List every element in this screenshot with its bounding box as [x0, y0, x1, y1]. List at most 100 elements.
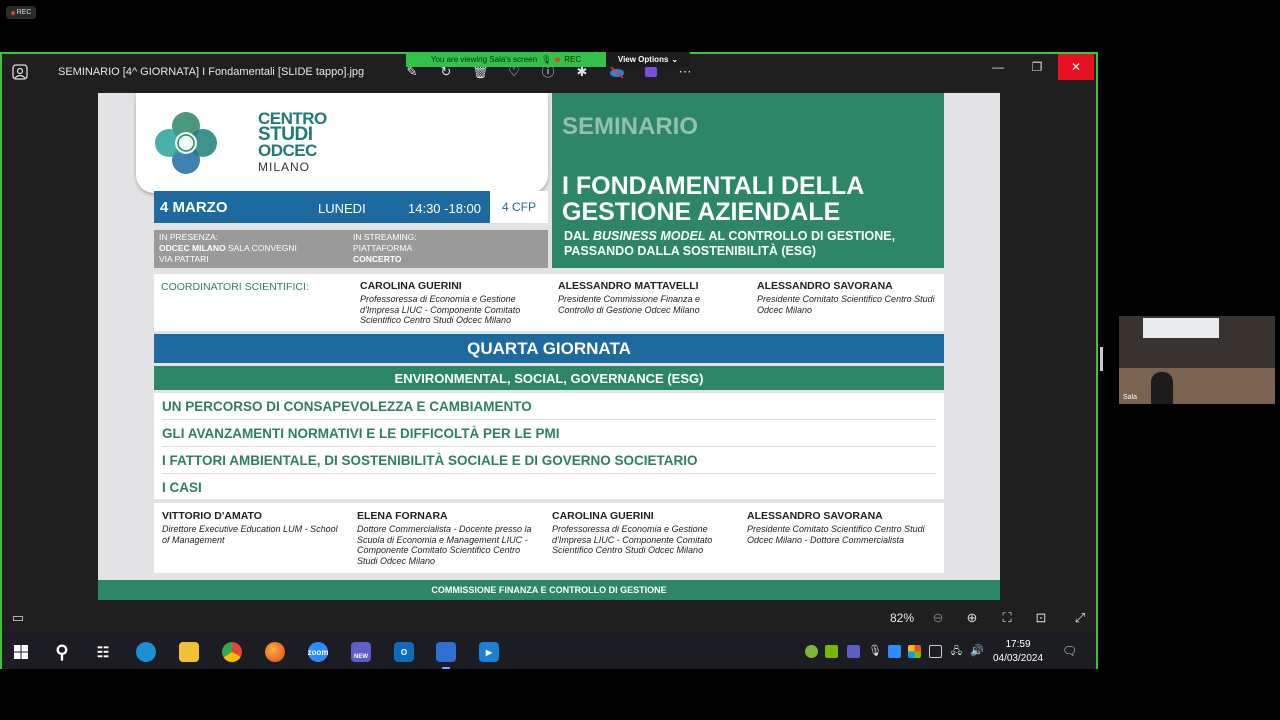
seminar-title-line1: I FONDAMENTALI DELLA: [562, 172, 865, 200]
start-icon[interactable]: [11, 642, 31, 662]
coordinator-name: ALESSANDRO SAVORANA: [757, 280, 893, 292]
topics-list: UN PERCORSO DI CONSAPEVOLEZZA E CAMBIAME…: [154, 393, 944, 499]
logo-line3: ODCEC: [258, 141, 317, 160]
tray-teams-icon[interactable]: [847, 645, 860, 658]
list-item: GLI AVANZAMENTI NORMATIVI E LE DIFFICOLT…: [162, 420, 936, 447]
panel-resize-handle[interactable]: [1100, 347, 1103, 371]
outlook-icon[interactable]: O: [394, 642, 414, 662]
coordinator: CAROLINA GUERINI Professoressa di Econom…: [360, 280, 538, 326]
tray-app-icon[interactable]: [805, 645, 818, 658]
taskbar-clock[interactable]: 17:59 04/03/2024: [986, 638, 1050, 666]
video-projector-screen: [1143, 318, 1219, 338]
viewer-title: SEMINARIO [4^ GIORNATA] I Fondamentali […: [58, 66, 365, 78]
venue-streaming: IN STREAMING: PIATTAFORMA CONCERTO: [353, 232, 417, 265]
coordinator-role: Presidente Commissione Finanza e Control…: [558, 294, 701, 315]
video-seating: [1119, 368, 1275, 404]
viewing-text: You are viewing Sala's screen: [430, 55, 538, 64]
venue-left-line2-rest: SALA CONVEGNI: [225, 243, 297, 253]
venue-box: IN PRESENZA: ODCEC MILANO SALA CONVEGNI …: [154, 230, 548, 268]
speaker-name: ELENA FORNARA: [357, 510, 448, 522]
fit-to-window-icon[interactable]: ⛶: [999, 610, 1015, 626]
network-icon[interactable]: 🖧: [950, 645, 963, 658]
view-options-button[interactable]: View Options ⌄: [606, 52, 690, 67]
restore-button[interactable]: ❐: [1019, 54, 1055, 80]
list-item: I CASI: [162, 480, 202, 495]
coordinator: ALESSANDRO MATTAVELLI Presidente Commiss…: [558, 280, 738, 315]
speaker-name: ALESSANDRO SAVORANA: [747, 510, 883, 522]
speakers-box: VITTORIO D'AMATO Direttore Executive Edu…: [154, 503, 944, 573]
tray-device-icon[interactable]: [929, 645, 942, 658]
logo-card: CENTRO STUDI ODCEC MILANO: [136, 93, 548, 193]
photos-icon[interactable]: [436, 642, 456, 669]
seminar-title-line2: GESTIONE AZIENDALE: [562, 198, 841, 226]
date-bar: 4 MARZO LUNEDI 14:30 -18:00: [154, 191, 490, 223]
teams-icon[interactable]: NEW: [351, 642, 371, 662]
fullscreen-icon[interactable]: ⤢: [1072, 610, 1088, 626]
venue-right-line1: IN STREAMING:: [353, 232, 417, 242]
list-item: I FATTORI AMBIENTALE, DI SOSTENIBILITÀ S…: [162, 447, 936, 474]
seminar-subtitle: DAL BUSINESS MODEL AL CONTROLLO DI GESTI…: [564, 229, 895, 259]
nvidia-icon[interactable]: [825, 645, 838, 658]
coordinator-role: Presidente Comitato Scientifico Centro S…: [757, 294, 935, 315]
file-explorer-icon[interactable]: [179, 642, 199, 662]
volume-icon[interactable]: 🔊: [970, 645, 984, 658]
title-panel: SEMINARIO I FONDAMENTALI DELLA GESTIONE …: [552, 93, 944, 268]
speaker-role: Direttore Executive Education LUM - Scho…: [162, 524, 338, 545]
logo-wordmark: CENTRO STUDI ODCEC MILANO: [258, 110, 327, 175]
venue-right-line3: CONCERTO: [353, 254, 402, 264]
zoom-viewing-banner: You are viewing Sala's screen 🎙 REC: [406, 52, 606, 67]
speaker-role: Presidente Comitato Scientifico Centro S…: [747, 524, 925, 545]
firefox-icon[interactable]: [265, 642, 285, 662]
close-button[interactable]: ✕: [1058, 54, 1094, 80]
clock-date: 04/03/2024: [992, 653, 1044, 664]
speaker: ALESSANDRO SAVORANA Presidente Comitato …: [747, 510, 925, 545]
subtitle-rest: AL CONTROLLO DI GESTIONE,: [705, 229, 896, 243]
photos-app-icon: [12, 64, 28, 80]
rec-dot-icon: [555, 57, 561, 62]
zoom-icon[interactable]: zoom: [308, 642, 328, 662]
seminario-label: SEMINARIO: [562, 113, 699, 140]
coordinators-box: COORDINATORI SCIENTIFICI: CAROLINA GUERI…: [154, 274, 944, 331]
subtitle-line2: PASSANDO DALLA SOSTENIBILITÀ (ESG): [564, 244, 817, 258]
venue-left-line2-bold: ODCEC MILANO: [159, 243, 226, 253]
subtitle-italic: BUSINESS MODEL: [592, 229, 706, 243]
chevron-down-icon: ⌄: [671, 55, 679, 64]
participant-video-thumbnail[interactable]: Sala: [1119, 316, 1275, 404]
minimize-button[interactable]: —: [980, 54, 1016, 80]
task-view-icon[interactable]: ☷: [93, 642, 113, 662]
filmstrip-icon[interactable]: ▭: [10, 610, 26, 626]
speaker-name: CAROLINA GUERINI: [552, 510, 654, 522]
microphone-icon[interactable]: 🎙: [868, 645, 882, 658]
record-dot-icon: [10, 10, 15, 15]
chrome-icon[interactable]: [222, 642, 242, 662]
centro-studi-logo-icon: [155, 112, 217, 174]
windows-taskbar: ⚲ ☷ zoom NEW O ▶ 🎙 🖧 🔊 17:59 04/03/2024 …: [2, 634, 1096, 669]
zoom-out-icon[interactable]: ⊖: [930, 610, 946, 626]
speaker: VITTORIO D'AMATO Direttore Executive Edu…: [162, 510, 342, 545]
actual-size-icon[interactable]: ⊡: [1033, 610, 1049, 626]
speaker-role: Professoressa di Economia e Gestione d'I…: [552, 524, 713, 555]
theme-bar: ENVIRONMENTAL, SOCIAL, GOVERNANCE (ESG): [154, 366, 944, 390]
coordinator-name: ALESSANDRO MATTAVELLI: [558, 280, 699, 292]
logo-line4: MILANO: [258, 160, 311, 174]
search-icon[interactable]: ⚲: [52, 642, 72, 662]
tray-office-icon[interactable]: [908, 645, 921, 658]
slide-footer: COMMISSIONE FINANZA E CONTROLLO DI GESTI…: [98, 580, 1000, 600]
tray-zoom-icon[interactable]: [888, 645, 901, 658]
subtitle-prefix: DAL: [564, 229, 593, 243]
venue-in-person: IN PRESENZA: ODCEC MILANO SALA CONVEGNI …: [159, 232, 297, 265]
media-player-icon[interactable]: ▶: [479, 642, 499, 662]
viewer-status-bar: ▭ 82% ⊖ ⊕ ⛶ ⊡ ⤢: [2, 602, 1096, 634]
cfp-label: 4 CFP: [490, 191, 548, 223]
event-time: 14:30 -18:00: [408, 201, 482, 216]
edge-icon[interactable]: [136, 642, 156, 662]
coordinator-name: CAROLINA GUERINI: [360, 280, 462, 292]
zoom-level: 82%: [890, 611, 915, 625]
notifications-icon[interactable]: 🗨: [1062, 645, 1077, 658]
speaker-name: VITTORIO D'AMATO: [162, 510, 262, 522]
mic-icon: 🎙: [541, 55, 552, 64]
event-date: 4 MARZO: [160, 199, 228, 216]
list-item: UN PERCORSO DI CONSAPEVOLEZZA E CAMBIAME…: [162, 393, 936, 420]
day-title-bar: QUARTA GIORNATA: [154, 334, 944, 363]
zoom-in-icon[interactable]: ⊕: [964, 610, 980, 626]
